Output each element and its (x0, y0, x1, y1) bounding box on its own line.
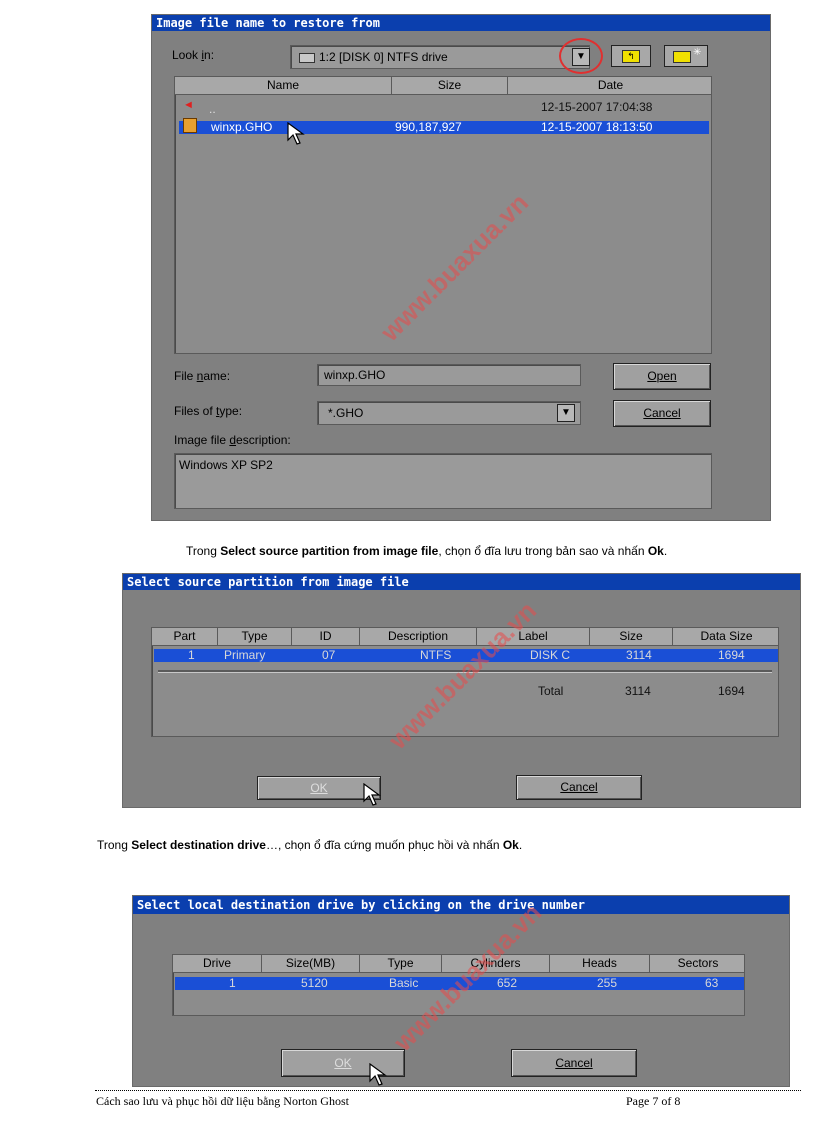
file-name-input[interactable]: winxp.GHO (317, 364, 581, 386)
column-header-drive[interactable]: Drive (173, 955, 262, 973)
selected-row[interactable]: winxp.GHO 990,187,927 12-15-2007 18:13:5… (179, 118, 709, 134)
mouse-cursor-icon (369, 1063, 387, 1086)
new-folder-button[interactable]: ✳ (664, 45, 708, 67)
para-bold: Select destination drive (131, 838, 266, 852)
file-name-label: File name: (174, 369, 231, 383)
open-button-label: Open (647, 369, 677, 383)
description-textarea[interactable]: Windows XP SP2 (174, 453, 712, 509)
row-id: 07 (322, 648, 336, 662)
para-text: , chọn ổ đĩa lưu trong bản sao và nhấn (438, 544, 648, 558)
ok-button-label: OK (334, 1056, 352, 1070)
file-list[interactable]: Name Size Date ◄ .. 12-15-2007 17:04:38 … (174, 76, 712, 354)
chevron-down-icon[interactable]: ▼ (557, 404, 575, 422)
para-bold: Select source partition from image file (220, 544, 439, 558)
para-text: Trong (97, 838, 132, 852)
row-data-size: 1694 (718, 648, 745, 662)
row-size: 990,187,927 (395, 120, 462, 134)
mouse-cursor-icon (287, 122, 305, 145)
dialog-title: Select source partition from image file (123, 574, 800, 590)
look-in-label: Look in: (172, 48, 215, 62)
cancel-button-label: Cancel (643, 406, 681, 420)
row-type: Basic (389, 976, 419, 990)
footer-divider (95, 1090, 801, 1091)
up-folder-button[interactable]: ↰ (611, 45, 651, 67)
row-name: winxp.GHO (211, 120, 273, 134)
column-header-type[interactable]: Type (360, 955, 442, 973)
back-arrow-icon: ◄ (183, 99, 194, 111)
table-row[interactable]: ◄ .. 12-15-2007 17:04:38 (175, 99, 711, 116)
dialog-title: Image file name to restore from (152, 15, 770, 31)
row-sectors: 63 (705, 976, 719, 990)
files-of-type-dropdown[interactable]: *.GHO (317, 401, 581, 425)
open-button[interactable]: Open (613, 363, 711, 390)
column-header-part[interactable]: Part (152, 628, 218, 646)
highlight-circle (559, 38, 603, 74)
column-header-heads[interactable]: Heads (550, 955, 650, 973)
column-header-data-size[interactable]: Data Size (673, 628, 778, 646)
column-header-description[interactable]: Description (360, 628, 477, 646)
column-header-name[interactable]: Name (175, 77, 392, 95)
footer-page: Page 7 of 8 (626, 1094, 681, 1108)
row-label: DISK C (530, 648, 571, 662)
column-header-size[interactable]: Size(MB) (262, 955, 360, 973)
column-header-date[interactable]: Date (508, 77, 711, 95)
files-of-type-value: *.GHO (328, 406, 364, 420)
column-header-size[interactable]: Size (392, 77, 508, 95)
column-header-id[interactable]: ID (292, 628, 360, 646)
files-of-type-label: Files of type: (174, 404, 243, 418)
cancel-button-label: Cancel (555, 1056, 593, 1070)
look-in-value: 1:2 [DISK 0] NTFS drive (319, 50, 448, 64)
row-size: 5120 (301, 976, 328, 990)
para-text: . (518, 838, 523, 852)
drive-icon (299, 52, 315, 63)
para-text: . (663, 544, 668, 558)
total-size: 3114 (625, 684, 651, 698)
para-text: …, chọn ổ đĩa cứng muốn phục hồi và nhấn (265, 838, 503, 852)
dialog-title: Select local destination drive by clicki… (133, 896, 789, 914)
row-part: 1 (188, 648, 195, 662)
sparkle-icon: ✳ (693, 47, 702, 58)
cancel-button[interactable]: Cancel (613, 400, 711, 427)
row-type: Primary (224, 648, 266, 662)
para-bold: Ok (647, 544, 664, 558)
row-date: 12-15-2007 18:13:50 (541, 120, 653, 134)
row-drive: 1 (229, 976, 236, 990)
column-header-sectors[interactable]: Sectors (650, 955, 744, 973)
column-header-size[interactable]: Size (590, 628, 673, 646)
mouse-cursor-icon (363, 783, 381, 806)
instruction-paragraph: Trong Select source partition from image… (186, 544, 667, 558)
total-label: Total (538, 684, 564, 698)
row-cylinders: 652 (497, 976, 518, 990)
new-folder-icon (673, 51, 691, 63)
cancel-button[interactable]: Cancel (511, 1049, 637, 1077)
para-text: Trong (186, 544, 221, 558)
instruction-paragraph: Trong Select destination drive…, chọn ổ … (97, 838, 522, 852)
ghost-file-icon (183, 118, 197, 133)
cancel-button[interactable]: Cancel (516, 775, 642, 800)
row-description: NTFS (420, 648, 452, 662)
row-size: 3114 (626, 648, 652, 662)
row-name: .. (209, 102, 216, 116)
cancel-button-label: Cancel (560, 780, 598, 794)
total-data-size: 1694 (718, 684, 745, 698)
footer-title: Cách sao lưu và phục hồi dữ liệu bằng No… (96, 1094, 349, 1108)
up-folder-icon: ↰ (622, 50, 640, 63)
look-in-dropdown[interactable]: 1:2 [DISK 0] NTFS drive (290, 45, 590, 69)
row-date: 12-15-2007 17:04:38 (541, 100, 653, 114)
ok-button-label: OK (310, 781, 328, 795)
column-header-type[interactable]: Type (218, 628, 292, 646)
description-label: Image file description: (174, 433, 291, 447)
para-bold: Ok (502, 838, 519, 852)
row-heads: 255 (597, 976, 618, 990)
